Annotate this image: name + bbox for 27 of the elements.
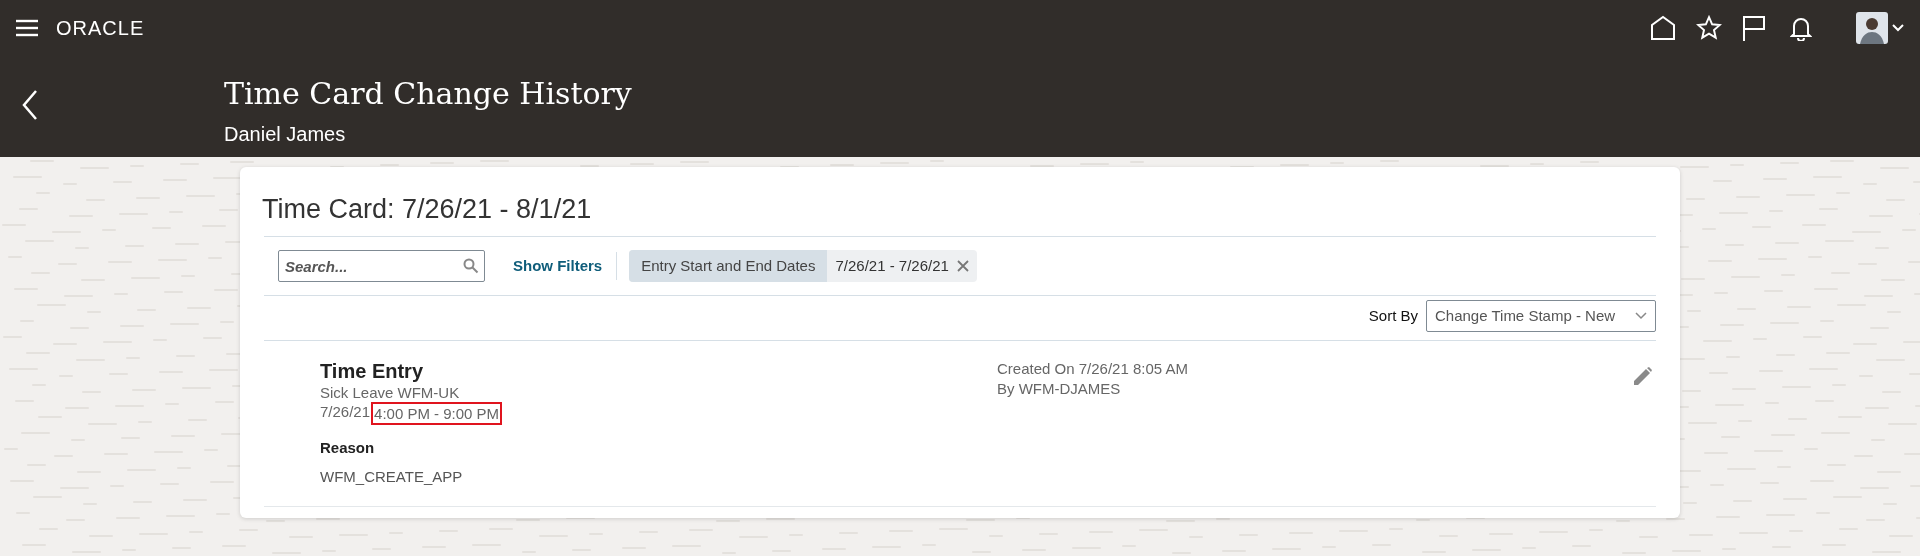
search-field[interactable]: Search... — [278, 250, 485, 282]
star-icon[interactable] — [1696, 14, 1722, 41]
entry-type: Sick Leave WFM-UK — [320, 383, 461, 402]
reason-value: WFM_CREATE_APP — [320, 466, 464, 487]
edit-icon[interactable] — [1634, 367, 1652, 385]
oracle-logo: ORACLE — [56, 17, 145, 38]
card-title: Time Card: 7/26/21 - 8/1/21 — [262, 193, 593, 225]
filter-chip-label: Entry Start and End Dates — [629, 250, 828, 282]
employee-name: Daniel James — [224, 122, 347, 147]
page-title: Time Card Change History — [224, 75, 632, 113]
reason-label: Reason — [320, 438, 376, 458]
close-icon[interactable] — [956, 260, 969, 272]
created-on-text: Created On 7/26/21 8:05 AM — [997, 359, 1189, 379]
sort-dropdown[interactable]: Change Time Stamp - New — [1426, 300, 1656, 332]
sort-label: Sort By — [1368, 305, 1418, 326]
avatar-icon[interactable] — [1856, 11, 1888, 44]
entry-title: Time Entry — [320, 359, 424, 383]
menu-icon[interactable] — [16, 18, 38, 37]
filter-chip-value: 7/26/21 - 7/26/21 — [834, 255, 950, 276]
back-icon[interactable] — [22, 89, 38, 121]
entry-time: 4:00 PM - 9:00 PM — [371, 402, 503, 425]
search-icon[interactable] — [463, 258, 479, 274]
show-filters-link[interactable]: Show Filters — [513, 254, 603, 278]
created-by-text: By WFM-DJAMES — [997, 379, 1122, 399]
home-icon[interactable] — [1650, 14, 1676, 41]
entry-date: 7/26/21 — [320, 402, 371, 422]
flag-icon[interactable] — [1742, 14, 1766, 41]
